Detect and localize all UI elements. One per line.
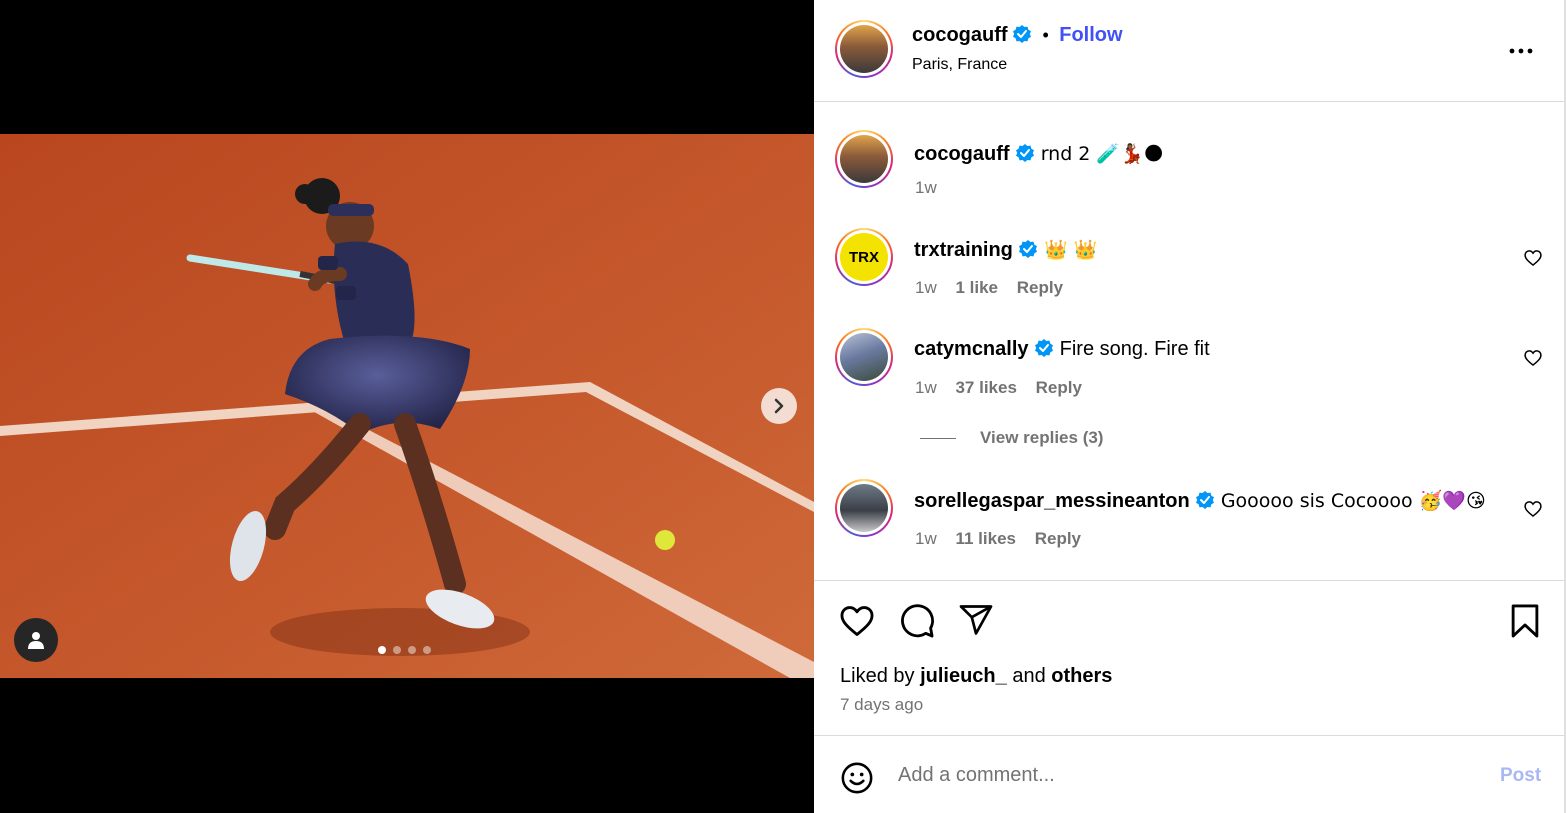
verified-badge-icon — [1013, 25, 1032, 43]
caption-time: 1w — [915, 178, 937, 197]
user-icon — [28, 632, 44, 649]
carousel-dot — [378, 646, 386, 654]
comment-input[interactable] — [898, 759, 1458, 791]
comment-bubble-icon[interactable] — [898, 602, 936, 640]
like-comment-heart-icon[interactable] — [1523, 499, 1543, 519]
tagged-users-button[interactable] — [14, 618, 58, 662]
comment-item: TRX trxtraining 👑 👑 1w 1 like Reply — [814, 228, 1564, 300]
comment-likes[interactable]: 37 likes — [955, 378, 1016, 397]
chevron-right-icon — [774, 398, 784, 414]
comment-text: 👑 👑 — [1044, 239, 1098, 261]
liked-by: Liked by julieuch_ and others — [840, 665, 1112, 688]
like-comment-heart-icon[interactable] — [1523, 248, 1543, 268]
like-comment-heart-icon[interactable] — [1523, 348, 1543, 368]
commenter-avatar[interactable] — [835, 479, 893, 537]
verified-badge-icon — [1035, 339, 1054, 357]
caption: cocogauff rnd 2 🧪💃🏾🌑 1w — [814, 130, 1564, 200]
commenter-username[interactable]: sorellegaspar_messineanton — [914, 490, 1190, 512]
comment-text: Fire song. Fire fit — [1059, 338, 1210, 360]
commenter-username[interactable]: catymcnally — [914, 338, 1029, 360]
share-send-icon[interactable] — [958, 602, 994, 638]
liked-by-prefix: Liked by — [840, 665, 915, 687]
comment-text: Gooooo sis Cocoooo 🥳💜😘 — [1220, 490, 1486, 512]
reply-button[interactable]: Reply — [1035, 529, 1081, 548]
more-horizontal-icon — [1509, 48, 1533, 54]
reply-button[interactable]: Reply — [1017, 278, 1063, 297]
post-timestamp[interactable]: 7 days ago — [840, 695, 923, 715]
verified-badge-icon — [1196, 491, 1215, 509]
emoji-smiley-icon[interactable] — [840, 761, 874, 795]
caption-text: rnd 2 🧪💃🏾🌑 — [1040, 143, 1164, 165]
comment-likes[interactable]: 11 likes — [955, 529, 1016, 548]
commenter-username[interactable]: trxtraining — [914, 239, 1013, 261]
comment-time: 1w — [915, 278, 937, 297]
tennis-photo — [0, 134, 814, 678]
reply-button[interactable]: Reply — [1036, 378, 1082, 397]
author-username[interactable]: cocogauff — [912, 24, 1008, 46]
caption-username[interactable]: cocogauff — [914, 143, 1010, 165]
post-media — [0, 0, 814, 813]
commenter-avatar[interactable]: TRX — [835, 228, 893, 286]
carousel-indicator — [378, 646, 431, 654]
view-replies-label: View replies (3) — [980, 428, 1104, 447]
more-options-button[interactable] — [1508, 38, 1534, 69]
liked-by-others[interactable]: others — [1051, 665, 1112, 687]
comment-likes[interactable]: 1 like — [955, 278, 998, 297]
post-header: cocogauff • Follow Paris, France — [814, 0, 1564, 102]
verified-badge-icon — [1019, 240, 1038, 258]
replies-divider-line — [920, 437, 956, 439]
caption-avatar[interactable] — [835, 130, 893, 188]
view-replies-button[interactable]: View replies (3) — [920, 428, 1103, 448]
comment-time: 1w — [915, 529, 937, 548]
post-details-panel: cocogauff • Follow Paris, France cocogau… — [814, 0, 1564, 813]
post-comment-button[interactable]: Post — [1500, 765, 1541, 787]
carousel-dot — [393, 646, 401, 654]
commenter-avatar[interactable] — [835, 328, 893, 386]
carousel-dot — [423, 646, 431, 654]
carousel-next-button[interactable] — [761, 388, 797, 424]
add-comment-bar: Post — [814, 737, 1564, 813]
comment-item: sorellegaspar_messineanton Gooooo sis Co… — [814, 479, 1564, 551]
trx-logo-text: TRX — [849, 248, 879, 266]
like-heart-icon[interactable] — [838, 602, 876, 640]
liked-by-user[interactable]: julieuch_ — [920, 665, 1007, 687]
post-location[interactable]: Paris, France — [912, 56, 1007, 74]
save-bookmark-icon[interactable] — [1506, 602, 1544, 640]
comment-item: catymcnally Fire song. Fire fit 1w 37 li… — [814, 328, 1564, 400]
verified-badge-icon — [1016, 144, 1035, 162]
separator-dot: • — [1042, 25, 1049, 45]
liked-by-and: and — [1012, 665, 1046, 687]
comment-time: 1w — [915, 378, 937, 397]
carousel-dot — [408, 646, 416, 654]
follow-button[interactable]: Follow — [1059, 24, 1122, 46]
post-photo[interactable] — [0, 134, 814, 678]
author-avatar[interactable] — [835, 20, 893, 78]
